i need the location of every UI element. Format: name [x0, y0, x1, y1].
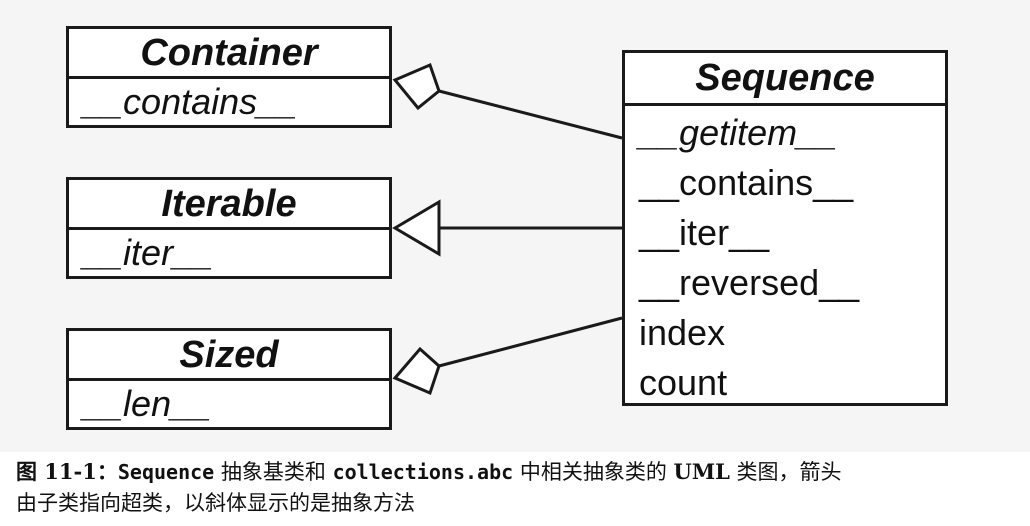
caption-uml: UML [673, 459, 730, 484]
caption-figure-label: 图 11-1： [16, 459, 118, 484]
caption-line-2: 由子类指向超类，以斜体显示的是抽象方法 [16, 491, 415, 515]
inheritance-arrows [392, 62, 623, 396]
caption-text-b: 中相关抽象类的 [513, 460, 674, 484]
caption-text-c: 类图，箭头 [729, 460, 842, 484]
arrow-sequence-to-iterable [392, 199, 622, 257]
arrow-sequence-to-sized [392, 316, 623, 396]
caption-collections-code: collections.abc [332, 460, 514, 484]
figure-caption: 图 11-1：Sequence 抽象基类和 collections.abc 中相… [16, 456, 1016, 519]
caption-sequence-code: Sequence [117, 460, 215, 484]
caption-text-a: 抽象基类和 [214, 460, 333, 484]
arrow-sequence-to-container [392, 62, 623, 140]
caption-line-1: 图 11-1：Sequence 抽象基类和 collections.abc 中相… [16, 456, 1016, 488]
uml-diagram: Container __contains__ Iterable __iter__… [0, 0, 1030, 452]
